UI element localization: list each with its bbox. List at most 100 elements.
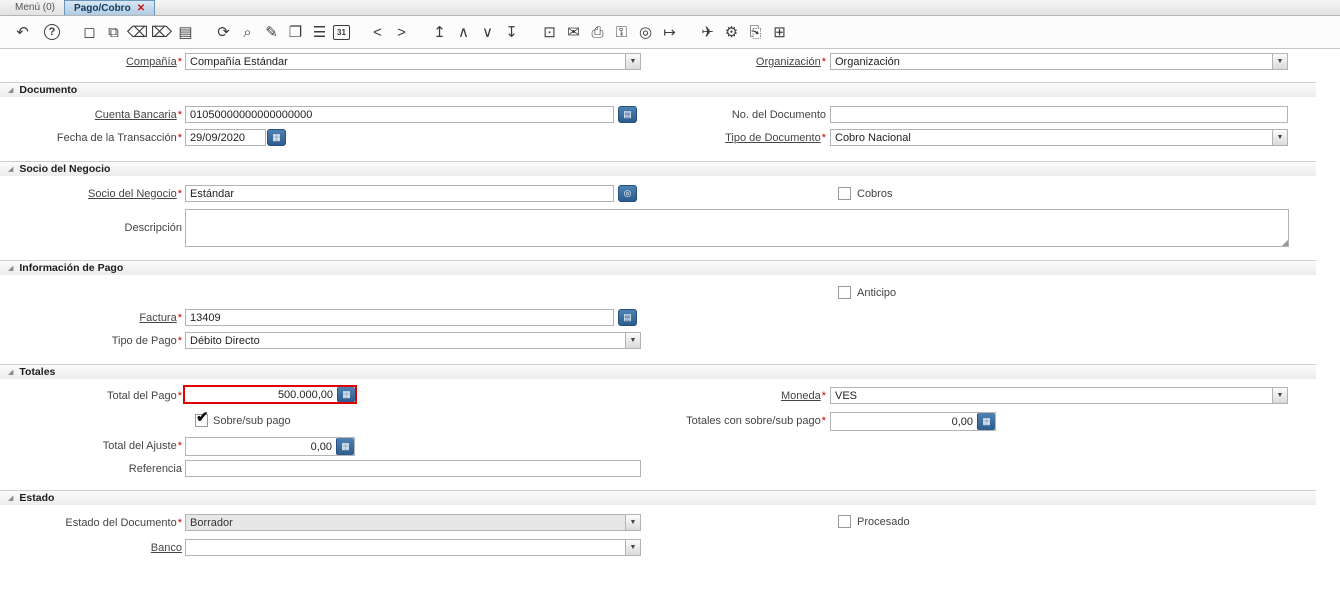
section-documento[interactable]: ◢ Documento xyxy=(0,82,1316,97)
anticipo-checkbox[interactable] xyxy=(838,286,851,299)
chat-icon[interactable]: ❐ xyxy=(285,21,306,43)
find-icon[interactable]: ⌕ xyxy=(237,21,258,43)
report-icon[interactable]: ⊡ xyxy=(539,21,560,43)
section-estado-title: Estado xyxy=(19,492,54,504)
sobre-sub-pago-label: Sobre/sub pago xyxy=(213,415,291,427)
archive-icon[interactable]: ✉ xyxy=(563,21,584,43)
section-totales-title: Totales xyxy=(19,366,55,378)
total-ajuste-input[interactable]: 0,00 xyxy=(186,438,336,455)
help-icon[interactable]: ? xyxy=(44,24,60,40)
check-icon: ✔ xyxy=(196,410,209,425)
first-record-icon[interactable]: ↥ xyxy=(429,21,450,43)
tipo-pago-value: Débito Directo xyxy=(186,333,625,348)
descripcion-textarea[interactable]: ◢ xyxy=(185,209,1289,247)
attachment-icon[interactable]: ✎ xyxy=(261,21,282,43)
export-icon[interactable]: ↦ xyxy=(659,21,680,43)
print-preview-icon[interactable]: ⎘ xyxy=(745,21,766,43)
next-record-icon[interactable]: ∨ xyxy=(477,21,498,43)
no-documento-input[interactable] xyxy=(830,106,1288,123)
tipo-documento-select[interactable]: Cobro Nacional ▼ xyxy=(830,129,1288,146)
banco-value xyxy=(186,540,625,555)
delete-record-icon[interactable]: ⌫ xyxy=(127,21,148,43)
resize-handle-icon[interactable]: ◢ xyxy=(1282,238,1288,247)
new-record-icon[interactable]: ◻ xyxy=(79,21,100,43)
save-icon[interactable]: ▤ xyxy=(175,21,196,43)
socio-negocio-label[interactable]: Socio del Negocio* xyxy=(4,188,182,200)
factura-record-info-icon[interactable]: ▤ xyxy=(618,309,637,326)
totales-sobre-sub-field-group: 0,00 ▦ xyxy=(830,412,996,431)
collapse-icon[interactable]: ◢ xyxy=(8,86,13,94)
delete-selected-icon[interactable]: ⌦ xyxy=(151,21,172,43)
preferences-icon[interactable]: ⚙ xyxy=(721,21,742,43)
last-record-icon[interactable]: ↧ xyxy=(501,21,522,43)
total-ajuste-field-group: 0,00 ▦ xyxy=(185,437,355,456)
grid-toggle-icon[interactable]: ☰ xyxy=(309,21,330,43)
collapse-icon[interactable]: ◢ xyxy=(8,494,13,502)
tipo-pago-select[interactable]: Débito Directo ▼ xyxy=(185,332,641,349)
customize-window-icon[interactable]: ⊞ xyxy=(769,21,790,43)
moneda-label[interactable]: Moneda* xyxy=(526,390,826,402)
print-icon[interactable]: ⎙ xyxy=(587,21,608,43)
total-pago-input[interactable]: 500.000,00 xyxy=(185,387,337,402)
sobre-sub-pago-checkbox[interactable]: ✔ xyxy=(195,414,208,427)
section-informacion-pago[interactable]: ◢ Información de Pago xyxy=(0,260,1316,275)
cuenta-bancaria-label[interactable]: Cuenta Bancaria* xyxy=(4,109,182,121)
organizacion-value: Organización xyxy=(831,54,1272,69)
parent-record-icon[interactable]: < xyxy=(367,21,388,43)
organizacion-label[interactable]: Organización* xyxy=(526,56,826,68)
moneda-value: VES xyxy=(831,388,1272,403)
tipo-documento-label[interactable]: Tipo de Documento* xyxy=(526,132,826,144)
estado-documento-select[interactable]: Borrador ▼ xyxy=(185,514,641,531)
socio-negocio-info-icon[interactable]: ◎ xyxy=(618,185,637,202)
compania-label[interactable]: Compañía* xyxy=(4,56,182,68)
referencia-input[interactable] xyxy=(185,460,641,477)
undo-icon[interactable]: ↶ xyxy=(12,21,33,43)
tab-pago-cobro[interactable]: Pago/Cobro ✕ xyxy=(64,0,155,15)
section-socio-negocio[interactable]: ◢ Socio del Negocio xyxy=(0,161,1316,176)
estado-documento-dropdown-arrow-icon[interactable]: ▼ xyxy=(625,515,640,530)
procesado-label: Procesado xyxy=(857,516,910,528)
fecha-transaccion-input[interactable]: 29/09/2020 xyxy=(185,129,266,146)
copy-record-icon[interactable]: ⧉ xyxy=(103,21,124,43)
organizacion-dropdown-arrow-icon[interactable]: ▼ xyxy=(1272,54,1287,69)
refresh-icon[interactable]: ⟳ xyxy=(213,21,234,43)
no-documento-label: No. del Documento xyxy=(526,109,826,121)
collapse-icon[interactable]: ◢ xyxy=(8,368,13,376)
calendar-picker-icon[interactable]: ▦ xyxy=(267,129,286,146)
totales-sobre-sub-calculator-icon[interactable]: ▦ xyxy=(977,413,995,430)
calendar-icon[interactable]: 31 xyxy=(333,25,350,40)
socio-negocio-input[interactable]: Estándar xyxy=(185,185,614,202)
total-pago-calculator-icon[interactable]: ▦ xyxy=(337,387,355,402)
tab-menu[interactable]: Menú (0) xyxy=(6,0,64,15)
procesado-checkbox[interactable] xyxy=(838,515,851,528)
banco-select[interactable]: ▼ xyxy=(185,539,641,556)
total-ajuste-calculator-icon[interactable]: ▦ xyxy=(336,438,354,455)
factura-input[interactable]: 13409 xyxy=(185,309,614,326)
moneda-dropdown-arrow-icon[interactable]: ▼ xyxy=(1272,388,1287,403)
tipo-pago-label: Tipo de Pago* xyxy=(4,335,182,347)
section-socio-negocio-title: Socio del Negocio xyxy=(19,163,110,175)
factura-label[interactable]: Factura* xyxy=(4,312,182,324)
fecha-transaccion-label: Fecha de la Transacción* xyxy=(4,132,182,144)
descripcion-label: Descripción xyxy=(4,222,182,234)
section-totales[interactable]: ◢ Totales xyxy=(0,364,1316,379)
lock-icon[interactable]: ⚿ xyxy=(611,21,632,43)
cobros-checkbox[interactable] xyxy=(838,187,851,200)
banco-dropdown-arrow-icon[interactable]: ▼ xyxy=(625,540,640,555)
zoom-across-icon[interactable]: ◎ xyxy=(635,21,656,43)
tab-close-icon[interactable]: ✕ xyxy=(137,3,145,14)
tipo-pago-dropdown-arrow-icon[interactable]: ▼ xyxy=(625,333,640,348)
collapse-icon[interactable]: ◢ xyxy=(8,264,13,272)
previous-record-icon[interactable]: ∧ xyxy=(453,21,474,43)
organizacion-select[interactable]: Organización ▼ xyxy=(830,53,1288,70)
toolbar: ↶? ◻⧉⌫⌦▤ ⟳⌕✎❐☰31 <> ↥∧∨↧ ⊡✉⎙⚿◎↦ ✈⚙⎘⊞ xyxy=(0,16,1340,49)
banco-label[interactable]: Banco xyxy=(4,542,182,554)
tipo-documento-dropdown-arrow-icon[interactable]: ▼ xyxy=(1272,130,1287,145)
section-estado[interactable]: ◢ Estado xyxy=(0,490,1316,505)
section-documento-title: Documento xyxy=(19,84,77,96)
totales-sobre-sub-input[interactable]: 0,00 xyxy=(831,413,977,430)
detail-record-icon[interactable]: > xyxy=(391,21,412,43)
process-send-icon[interactable]: ✈ xyxy=(697,21,718,43)
moneda-select[interactable]: VES ▼ xyxy=(830,387,1288,404)
collapse-icon[interactable]: ◢ xyxy=(8,165,13,173)
